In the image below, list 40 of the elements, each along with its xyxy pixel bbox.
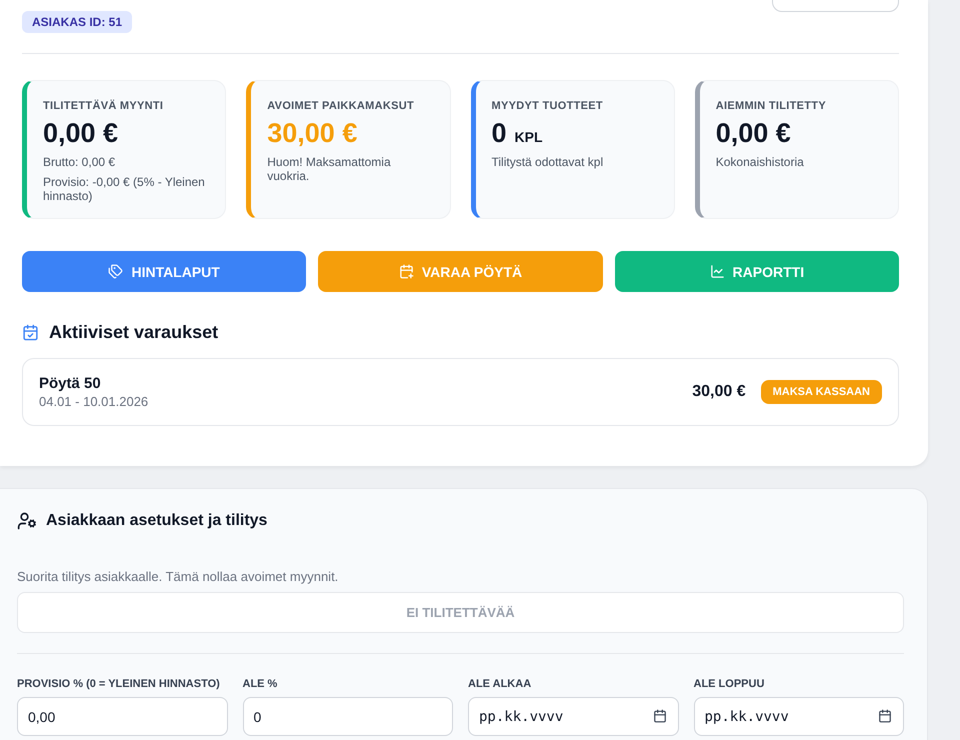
calendar-icon[interactable]: [878, 709, 892, 723]
stat-note: Tilitystä odottavat kpl: [492, 155, 604, 169]
tags-icon: [108, 264, 124, 279]
calendar-icon[interactable]: [652, 709, 666, 723]
settlement-note: Suorita tilitys asiakkaalle. Tämä nollaa avoimet myynnit.: [17, 569, 340, 584]
pay-button[interactable]: MAKSA KASSAAN: [760, 380, 882, 404]
calendar-plus-icon: [398, 264, 414, 279]
reservation-name: Pöytä 50: [39, 375, 102, 392]
stat-label: MYYDYT TUOTTEET: [492, 100, 604, 112]
field-label: ALE LOPPUU: [694, 678, 766, 690]
stat-value: 0,00 €: [716, 118, 792, 149]
stat-label: TILITETTÄVÄ MYYNTI: [43, 100, 164, 112]
date-field[interactable]: pp.kk.vvvv: [694, 697, 904, 736]
line-chart-icon: [710, 264, 725, 279]
stat-unit: KPL: [514, 129, 543, 145]
date-field[interactable]: pp.kk.vvvv: [468, 697, 678, 736]
stat-note: Provisio: -0,00 € (5% - Yleinen hinnasto): [43, 175, 206, 203]
field-label: ALE ALKAA: [468, 678, 532, 690]
user-settings-icon: [17, 511, 37, 531]
stat-label: AIEMMIN TILITETTY: [716, 100, 827, 112]
reservation-amount: 30,00 €: [692, 383, 746, 401]
stat-note: Huom! Maksamattomia vuokria.: [267, 155, 392, 183]
stat-label: AVOIMET PAIKKAMAKSUT: [267, 100, 416, 112]
stat-value: 30,00 €: [267, 118, 358, 149]
action-button[interactable]: RAPORTTI: [614, 251, 899, 292]
input-field[interactable]: 0: [242, 697, 453, 736]
action-button[interactable]: HINTALAPUT: [22, 251, 306, 292]
input-field[interactable]: 0,00: [17, 697, 228, 736]
section-title: Asiakkaan asetukset ja tilitys: [46, 512, 268, 530]
reservation-dates: 04.01 - 10.01.2026: [39, 394, 148, 409]
stat-value: 0: [492, 118, 507, 149]
calendar-check-icon: [22, 324, 39, 341]
stat-value: 0,00 €: [43, 118, 120, 149]
customer-id-badge: ASIAKAS ID: 51: [22, 11, 132, 33]
field-label: ALE %: [242, 678, 278, 690]
section-title: Aktiiviset varaukset: [49, 322, 218, 343]
action-button[interactable]: VARAA PÖYTÄ: [318, 251, 603, 292]
stat-note: Brutto: 0,00 €: [43, 155, 116, 169]
stat-note: Kokonaishistoria: [716, 155, 805, 169]
field-label: PROVISIO % (0 = YLEINEN HINNASTO): [17, 678, 221, 690]
